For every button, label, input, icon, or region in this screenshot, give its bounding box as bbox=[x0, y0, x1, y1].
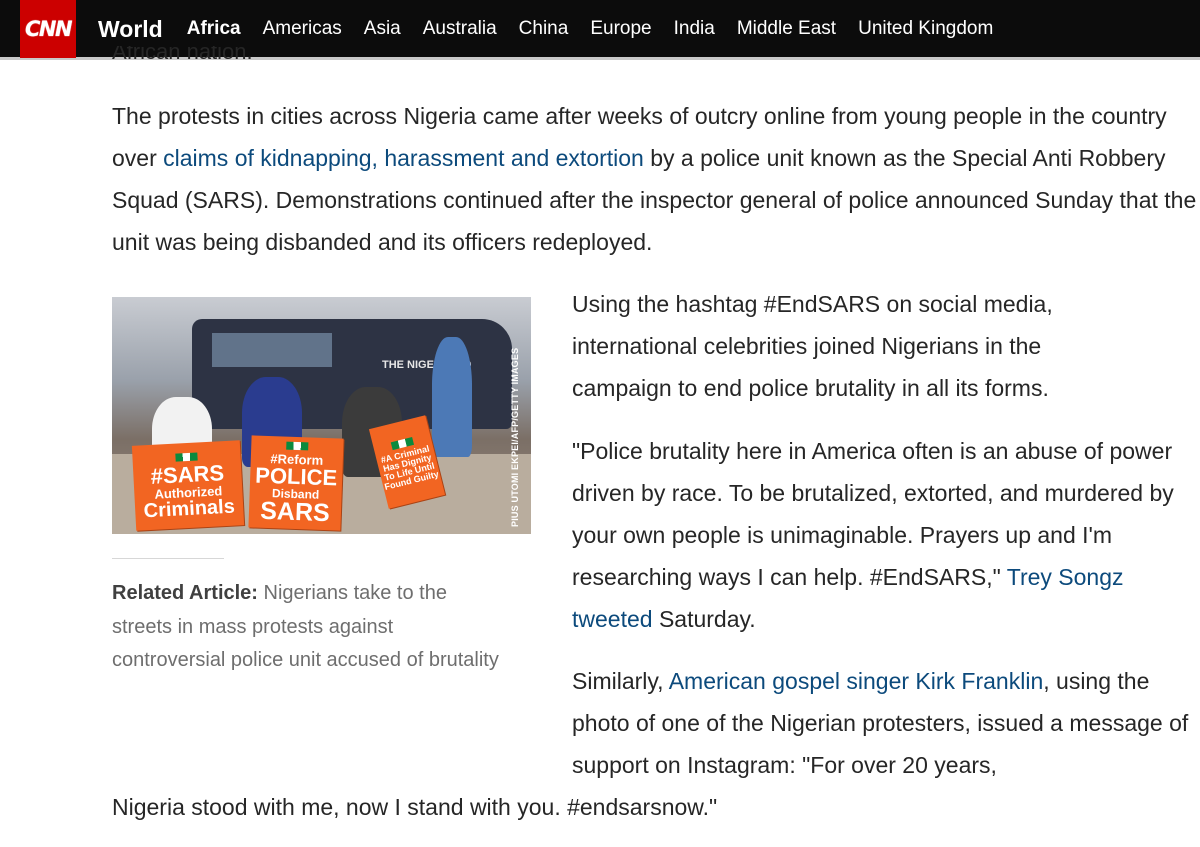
sign-2-line-4: SARS bbox=[259, 496, 331, 527]
sign-1-line-3: Criminals bbox=[143, 495, 236, 522]
protest-sign-reform: #Reform POLICE Disband SARS bbox=[248, 435, 344, 531]
article-paragraph-4: Similarly, American gospel singer Kirk F… bbox=[572, 660, 1197, 786]
nigeria-flag-icon bbox=[175, 451, 198, 462]
van-window bbox=[212, 333, 332, 367]
cnn-logo-text: CNN bbox=[24, 17, 73, 41]
nav-item-africa[interactable]: Africa bbox=[187, 18, 241, 40]
photo-credit: PIUS UTOMI EKPEI/AFP/GETTY IMAGES bbox=[510, 347, 520, 527]
nav-item-middle-east[interactable]: Middle East bbox=[737, 18, 836, 40]
nav-section-world[interactable]: World bbox=[98, 16, 163, 43]
nigeria-flag-icon bbox=[286, 441, 309, 450]
paragraph-4-text-before: Similarly, bbox=[572, 668, 669, 694]
police-officer bbox=[432, 337, 472, 457]
nav-item-asia[interactable]: Asia bbox=[364, 18, 401, 40]
cutoff-text: African nation. bbox=[112, 46, 253, 64]
nav-item-united-kingdom[interactable]: United Kingdom bbox=[858, 18, 993, 40]
protest-photo[interactable]: THE NIGERIA PO #SARS Authorized Criminal… bbox=[112, 297, 531, 534]
link-claims-kidnapping[interactable]: claims of kidnapping, harassment and ext… bbox=[163, 145, 644, 171]
nav-item-europe[interactable]: Europe bbox=[590, 18, 651, 40]
article-paragraph-3: "Police brutality here in America often … bbox=[572, 430, 1197, 640]
cutoff-text-line: African nation. bbox=[112, 46, 253, 64]
protest-sign-sars: #SARS Authorized Criminals bbox=[131, 440, 245, 531]
sign-2-line-2: POLICE bbox=[254, 462, 338, 490]
related-divider bbox=[112, 558, 224, 559]
related-article-label: Related Article: bbox=[112, 582, 258, 604]
nav-item-americas[interactable]: Americas bbox=[263, 18, 342, 40]
cnn-logo[interactable]: CNN bbox=[20, 0, 76, 58]
nav-item-china[interactable]: China bbox=[519, 18, 569, 40]
article-paragraph-5: Nigeria stood with me, now I stand with … bbox=[112, 794, 718, 820]
article-paragraph-2: Using the hashtag #EndSARS on social med… bbox=[572, 291, 1053, 401]
paragraph-3-text-after: Saturday. bbox=[652, 606, 756, 632]
related-article[interactable]: Related Article: Nigerians take to the s… bbox=[112, 577, 502, 678]
article-paragraph-1: The protests in cities across Nigeria ca… bbox=[112, 95, 1197, 263]
link-kirk-franklin[interactable]: American gospel singer Kirk Franklin bbox=[669, 668, 1044, 694]
nav-item-australia[interactable]: Australia bbox=[423, 18, 497, 40]
nav-item-india[interactable]: India bbox=[674, 18, 715, 40]
